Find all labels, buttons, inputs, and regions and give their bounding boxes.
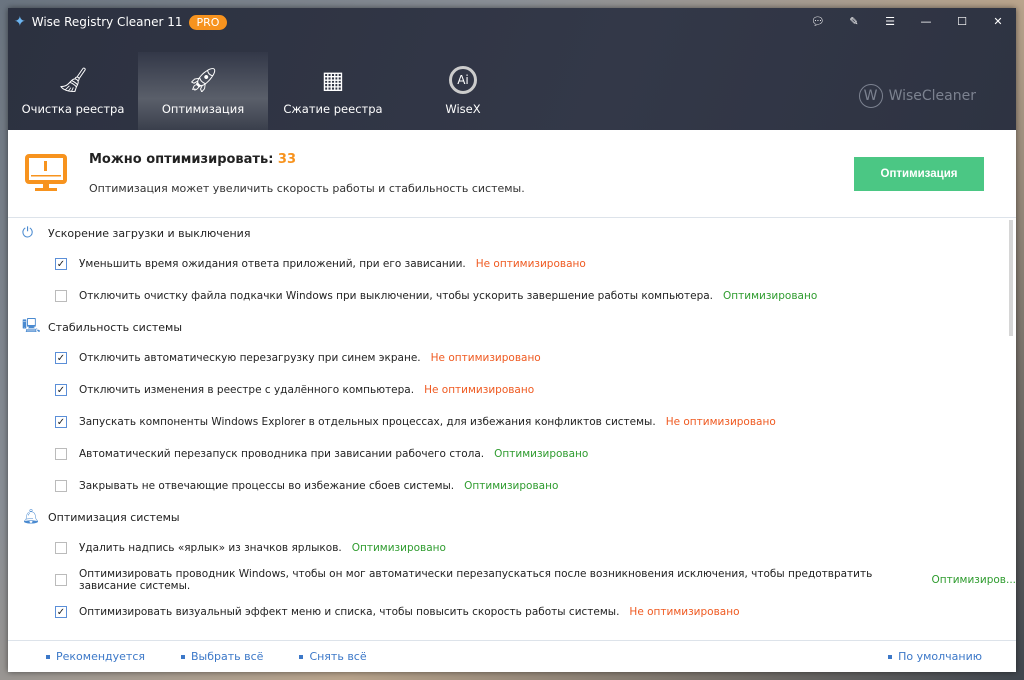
tab-label: Очистка реестра [21,102,125,116]
tab-optimization[interactable]: 🚀︎ Оптимизация [138,52,268,130]
optimization-list: ⏻ Ускорение загрузки и выключения ✓ Уменьши… [8,218,1016,640]
select-all-link[interactable]: Выбрать всё [181,650,263,663]
list-item[interactable]: ✓ Отключить изменения в реестре с удалённ… [8,374,1016,406]
window-controls: 💬︎ ✎ ☰ — ☐ ✕ [800,10,1016,32]
section-header: 🖳︎ Стабильность системы [8,312,1016,342]
item-checkbox[interactable]: ✓ [55,606,67,618]
tab-label: WiseX [445,102,481,116]
optimize-button[interactable]: Оптимизация [854,157,984,191]
tab-label: Оптимизация [161,102,245,116]
item-checkbox[interactable]: ✓ [55,258,67,270]
brand-logo: W [858,84,883,108]
item-text: Автоматический перезапуск проводника при… [79,448,485,460]
tab-wisex[interactable]: Ai WiseX [398,52,528,130]
feedback-icon[interactable]: 💬︎ [800,10,836,32]
list-item[interactable]: ✓ Отключить автоматическую перезагрузку п… [8,342,1016,374]
summary-title: Можно оптимизировать: 33 [89,152,297,167]
list-item[interactable]: ✓ Запускать компоненты Windows Explorer в… [8,406,1016,438]
status-label: Оптимизировано [494,448,589,460]
item-checkbox[interactable]: ✓ [55,416,67,428]
section-title: Стабильность системы [48,320,183,334]
monitor-icon: 🖳︎ [22,318,41,334]
section-header: 🔔︎ Оптимизация системы [8,502,1016,532]
item-text: Закрывать не отвечающие процессы во избе… [79,480,455,492]
item-text: Отключить очистку файла подкачки Windows… [79,290,714,302]
tab-registry-defrag[interactable]: ▦ Сжатие реестра [268,52,398,130]
grid-icon: ▦ [321,66,345,94]
deselect-all-link[interactable]: Снять всё [299,650,367,663]
main-tabs: 🧹︎ Очистка реестра 🚀︎ Оптимизация ▦ Сжатие … [8,52,528,130]
rocket-icon: 🚀︎ [187,66,219,94]
app-logo-icon: ✦ [14,14,26,30]
item-text: Запускать компоненты Windows Explorer в … [79,416,656,428]
default-link[interactable]: По умолчанию [888,650,982,663]
brand-name: WiseCleaner [888,88,976,104]
app-window: ✦ Wise Registry Cleaner 11 PRO 💬︎ ✎ ☰ — … [8,8,1016,672]
scrollbar[interactable] [1009,220,1013,336]
minimize-icon[interactable]: — [908,10,944,32]
item-checkbox[interactable] [55,574,67,586]
footer: Рекомендуется Выбрать всё Снять всё По у… [8,640,1016,672]
list-item[interactable]: Удалить надпись «ярлык» из значков ярлык… [8,532,1016,564]
pro-badge: PRO [188,14,228,30]
status-label: Оптимизировано [351,542,446,554]
item-checkbox[interactable] [55,290,67,302]
item-text: Отключить автоматическую перезагрузку пр… [79,352,421,364]
status-label: Не оптимизировано [475,258,586,270]
status-label: Не оптимизировано [629,606,740,618]
title-bar: ✦ Wise Registry Cleaner 11 PRO [14,14,228,30]
list-item[interactable]: Оптимизировать проводник Windows, чтобы … [8,564,1016,596]
status-label: Оптимизиров... [931,574,1016,586]
item-text: Удалить надпись «ярлык» из значков ярлык… [79,542,342,554]
wisecleaner-brand[interactable]: W WiseCleaner [858,84,976,108]
item-text: Оптимизировать визуальный эффект меню и … [79,606,620,618]
bell-icon: 🔔︎ [22,509,40,525]
list-item[interactable]: ✓ Оптимизировать визуальный эффект меню и… [8,596,1016,628]
list-item[interactable]: Отключить очистку файла подкачки Windows… [8,280,1016,312]
section-title: Ускорение загрузки и выключения [48,226,251,240]
item-text: Отключить изменения в реестре с удалённо… [79,384,415,396]
status-label: Не оптимизировано [430,352,541,364]
optimizable-count: 33 [277,152,297,167]
app-title: Wise Registry Cleaner 11 [31,15,183,29]
ai-icon: Ai [449,66,477,94]
section-title: Оптимизация системы [48,510,180,524]
item-checkbox[interactable] [55,480,67,492]
status-label: Оптимизировано [723,290,818,302]
broom-icon: 🧹︎ [57,66,89,94]
notes-icon[interactable]: ✎ [836,10,872,32]
list-item[interactable]: Автоматический перезапуск проводника при… [8,438,1016,470]
close-icon[interactable]: ✕ [980,10,1016,32]
status-label: Не оптимизировано [424,384,535,396]
monitor-warning-icon [25,154,67,191]
section-header: ⏻ Ускорение загрузки и выключения [8,218,1016,248]
item-text: Оптимизировать проводник Windows, чтобы … [79,568,873,592]
list-item[interactable]: ✓ Уменьшить время ожидания ответа приложе… [8,248,1016,280]
list-item[interactable]: Закрывать не отвечающие процессы во избе… [8,470,1016,502]
recommended-link[interactable]: Рекомендуется [46,650,145,663]
item-checkbox[interactable] [55,542,67,554]
status-label: Не оптимизировано [665,416,776,428]
summary-panel: Можно оптимизировать: 33 Оптимизация мож… [8,130,1016,218]
item-checkbox[interactable]: ✓ [55,384,67,396]
item-text: Уменьшить время ожидания ответа приложен… [79,258,466,270]
status-label: Оптимизировано [464,480,559,492]
maximize-icon[interactable]: ☐ [944,10,980,32]
tab-label: Сжатие реестра [283,102,383,116]
menu-icon[interactable]: ☰ [872,10,908,32]
power-icon: ⏻ [22,225,34,241]
summary-description: Оптимизация может увеличить скорость раб… [89,182,525,195]
item-checkbox[interactable]: ✓ [55,352,67,364]
item-checkbox[interactable] [55,448,67,460]
header: ✦ Wise Registry Cleaner 11 PRO 💬︎ ✎ ☰ — … [8,8,1016,130]
tab-registry-cleaner[interactable]: 🧹︎ Очистка реестра [8,52,138,130]
